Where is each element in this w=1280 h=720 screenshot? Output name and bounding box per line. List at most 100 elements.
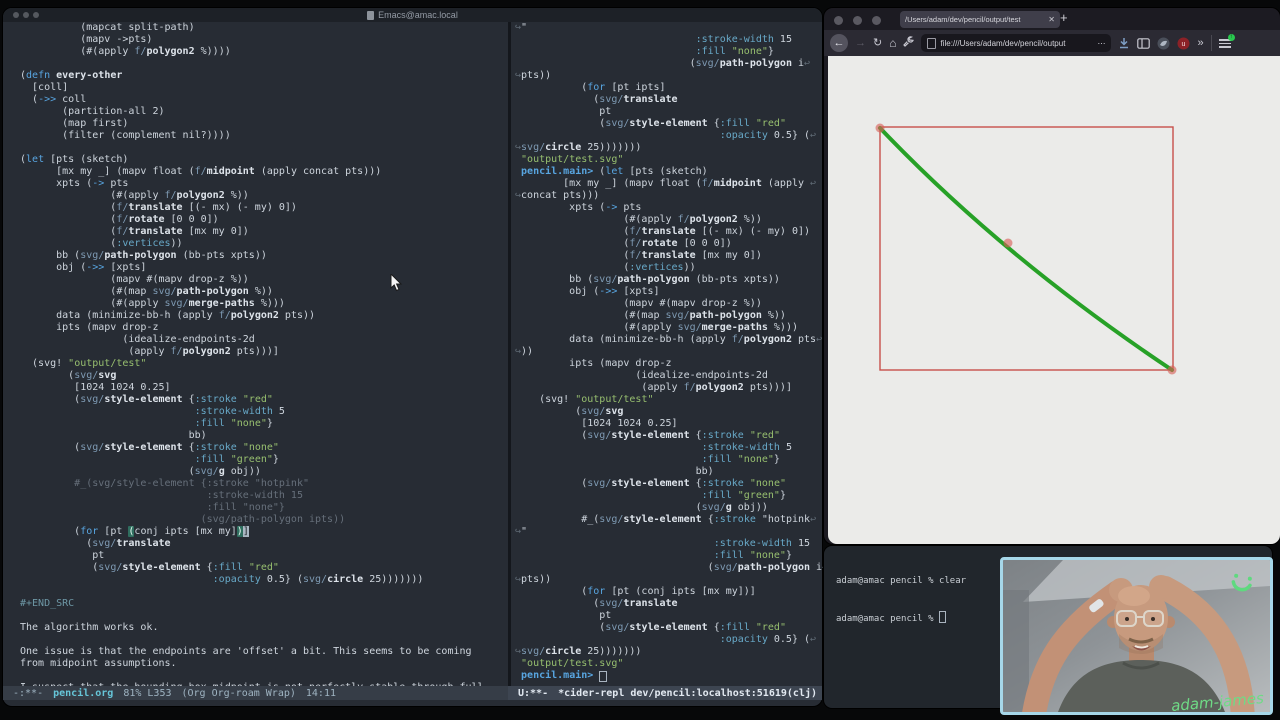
code-line[interactable]: (->> coll: [20, 94, 508, 106]
minimize-window-button[interactable]: [23, 12, 29, 18]
home-button[interactable]: ⌂: [889, 37, 896, 49]
reload-button[interactable]: ↻: [873, 37, 882, 49]
code-line[interactable]: (filter (complement nil?)))): [20, 130, 508, 142]
code-line[interactable]: (idealize-endpoints-2d: [20, 334, 508, 346]
code-line[interactable]: (svg/style-element {:stroke "none": [515, 478, 825, 490]
code-line[interactable]: [1024 1024 0.25]: [515, 418, 825, 430]
code-line[interactable]: (svg/style-element {:fill "red": [515, 118, 825, 130]
code-line[interactable]: (svg/style-element {:fill "red": [20, 562, 508, 574]
code-line[interactable]: (partition-all 2): [20, 106, 508, 118]
forward-button[interactable]: →: [855, 37, 866, 49]
minimize-window-button[interactable]: [853, 16, 862, 25]
code-line[interactable]: :fill "green"}: [515, 490, 825, 502]
code-line[interactable]: (apply f/polygon2 pts)))]: [20, 346, 508, 358]
code-line[interactable]: (for [pt (conj ipts [mx my])]: [20, 526, 508, 538]
code-line[interactable]: ↪": [515, 22, 825, 34]
code-line[interactable]: ↪pts)): [515, 70, 825, 82]
code-line[interactable]: pencil.main> (let [pts (sketch): [515, 166, 825, 178]
code-line[interactable]: [1024 1024 0.25]: [20, 382, 508, 394]
code-line[interactable]: :fill "none"}: [20, 418, 508, 430]
code-line[interactable]: bb): [515, 466, 825, 478]
code-line[interactable]: (svg/translate: [515, 598, 825, 610]
code-line[interactable]: bb): [20, 430, 508, 442]
code-line[interactable]: (f/translate [(- mx) (- my) 0]): [515, 226, 825, 238]
code-line[interactable]: :opacity 0.5} (↩: [515, 130, 825, 142]
code-line[interactable]: pt: [20, 550, 508, 562]
tab-close-icon[interactable]: ✕: [1048, 15, 1055, 24]
code-line[interactable]: (svg/g obj)): [20, 466, 508, 478]
code-line[interactable]: ↪svg/circle 25))))))): [515, 646, 825, 658]
code-line[interactable]: xpts (-> pts: [515, 202, 825, 214]
code-line[interactable]: pencil.main>: [515, 670, 825, 682]
code-line[interactable]: (svg/path-polygon i↩: [515, 58, 825, 70]
code-line[interactable]: (svg/style-element {:stroke "red": [20, 394, 508, 406]
code-line[interactable]: #_(svg/style-element {:stroke "hotpink↩: [515, 514, 825, 526]
code-line[interactable]: (#(map svg/path-polygon %)): [515, 310, 825, 322]
code-line[interactable]: (defn every-other: [20, 70, 508, 82]
code-line[interactable]: One issue is that the endpoints are 'off…: [20, 646, 508, 658]
code-line[interactable]: obj (->> [xpts]: [20, 262, 508, 274]
code-line[interactable]: #+END_SRC: [20, 598, 508, 610]
code-line[interactable]: pt: [515, 106, 825, 118]
code-line[interactable]: (#(apply f/polygon2 %)))): [20, 46, 508, 58]
code-line[interactable]: :fill "none"}: [20, 502, 508, 514]
code-line[interactable]: [20, 58, 508, 70]
code-line[interactable]: ↪concat pts))): [515, 190, 825, 202]
browser-tab[interactable]: /Users/adam/dev/pencil/output/test ✕: [900, 11, 1060, 28]
code-line[interactable]: (svg/g obj)): [515, 502, 825, 514]
code-line[interactable]: [20, 634, 508, 646]
code-line[interactable]: ↪": [515, 526, 825, 538]
code-line[interactable]: obj (->> [xpts]: [515, 286, 825, 298]
code-line[interactable]: (#(apply svg/merge-paths %))): [515, 322, 825, 334]
code-line[interactable]: [20, 586, 508, 598]
code-line[interactable]: :stroke-width 5: [20, 406, 508, 418]
code-line[interactable]: :fill "none"}: [515, 550, 825, 562]
code-line[interactable]: (svg/svg: [515, 406, 825, 418]
code-line[interactable]: (#(apply svg/merge-paths %))): [20, 298, 508, 310]
code-line[interactable]: (svg/translate: [20, 538, 508, 550]
emacs-titlebar[interactable]: Emacs@amac.local: [3, 8, 822, 22]
code-line[interactable]: (map first): [20, 118, 508, 130]
code-line[interactable]: ↪)): [515, 346, 825, 358]
code-line[interactable]: [coll]: [20, 82, 508, 94]
code-line[interactable]: [20, 142, 508, 154]
repl-buffer-pane[interactable]: ↪" :stroke-width 15 :fill "none"} (svg/p…: [508, 22, 825, 686]
code-line[interactable]: (svg/path-polygon ipts)): [20, 514, 508, 526]
org-buffer-code[interactable]: (mapcat split-path) (mapv ->pts) (#(appl…: [20, 22, 508, 686]
code-line[interactable]: ipts (mapv drop-z: [20, 322, 508, 334]
code-line[interactable]: (svg/style-element {:fill "red": [515, 622, 825, 634]
code-line[interactable]: (let [pts (sketch): [20, 154, 508, 166]
code-line[interactable]: :fill "none"}: [515, 454, 825, 466]
code-line[interactable]: (:vertices)): [20, 238, 508, 250]
code-line[interactable]: (#(apply f/polygon2 %)): [515, 214, 825, 226]
code-line[interactable]: from midpoint assumptions.: [20, 658, 508, 670]
code-line[interactable]: #_(svg/style-element {:stroke "hotpink": [20, 478, 508, 490]
code-line[interactable]: bb (svg/path-polygon (bb-pts xpts)): [20, 250, 508, 262]
code-line[interactable]: (f/translate [mx my 0]): [515, 250, 825, 262]
code-line[interactable]: (svg/style-element {:stroke "none": [20, 442, 508, 454]
code-line[interactable]: bb (svg/path-polygon (bb-pts xpts)): [515, 274, 825, 286]
code-line[interactable]: data (minimize-bb-h (apply f/polygon2 pt…: [515, 334, 825, 346]
code-line[interactable]: (apply f/polygon2 pts)))]: [515, 382, 825, 394]
close-window-button[interactable]: [13, 12, 19, 18]
code-line[interactable]: :stroke-width 5: [515, 442, 825, 454]
code-line[interactable]: (#(map svg/path-polygon %)): [20, 286, 508, 298]
overflow-button[interactable]: »: [1197, 37, 1203, 49]
new-tab-button[interactable]: +: [1060, 10, 1068, 25]
code-line[interactable]: (f/rotate [0 0 0]): [515, 238, 825, 250]
code-line[interactable]: pt: [515, 610, 825, 622]
menu-button[interactable]: ↑: [1218, 34, 1235, 48]
code-line[interactable]: (:vertices)): [515, 262, 825, 274]
code-line[interactable]: (mapv #(mapv drop-z %)): [515, 298, 825, 310]
back-button[interactable]: ←: [830, 34, 848, 52]
ublock-icon[interactable]: u: [1177, 37, 1190, 50]
code-line[interactable]: (svg/style-element {:stroke "red": [515, 430, 825, 442]
code-line[interactable]: ipts (mapv drop-z: [515, 358, 825, 370]
code-line[interactable]: (svg/svg: [20, 370, 508, 382]
extension-globe-icon[interactable]: [1157, 37, 1170, 50]
code-line[interactable]: :fill "green"}: [20, 454, 508, 466]
code-line[interactable]: ↪pts)): [515, 574, 825, 586]
code-line[interactable]: (#(apply f/polygon2 %)): [20, 190, 508, 202]
code-line[interactable]: "output/test.svg": [515, 154, 825, 166]
code-line[interactable]: [20, 610, 508, 622]
